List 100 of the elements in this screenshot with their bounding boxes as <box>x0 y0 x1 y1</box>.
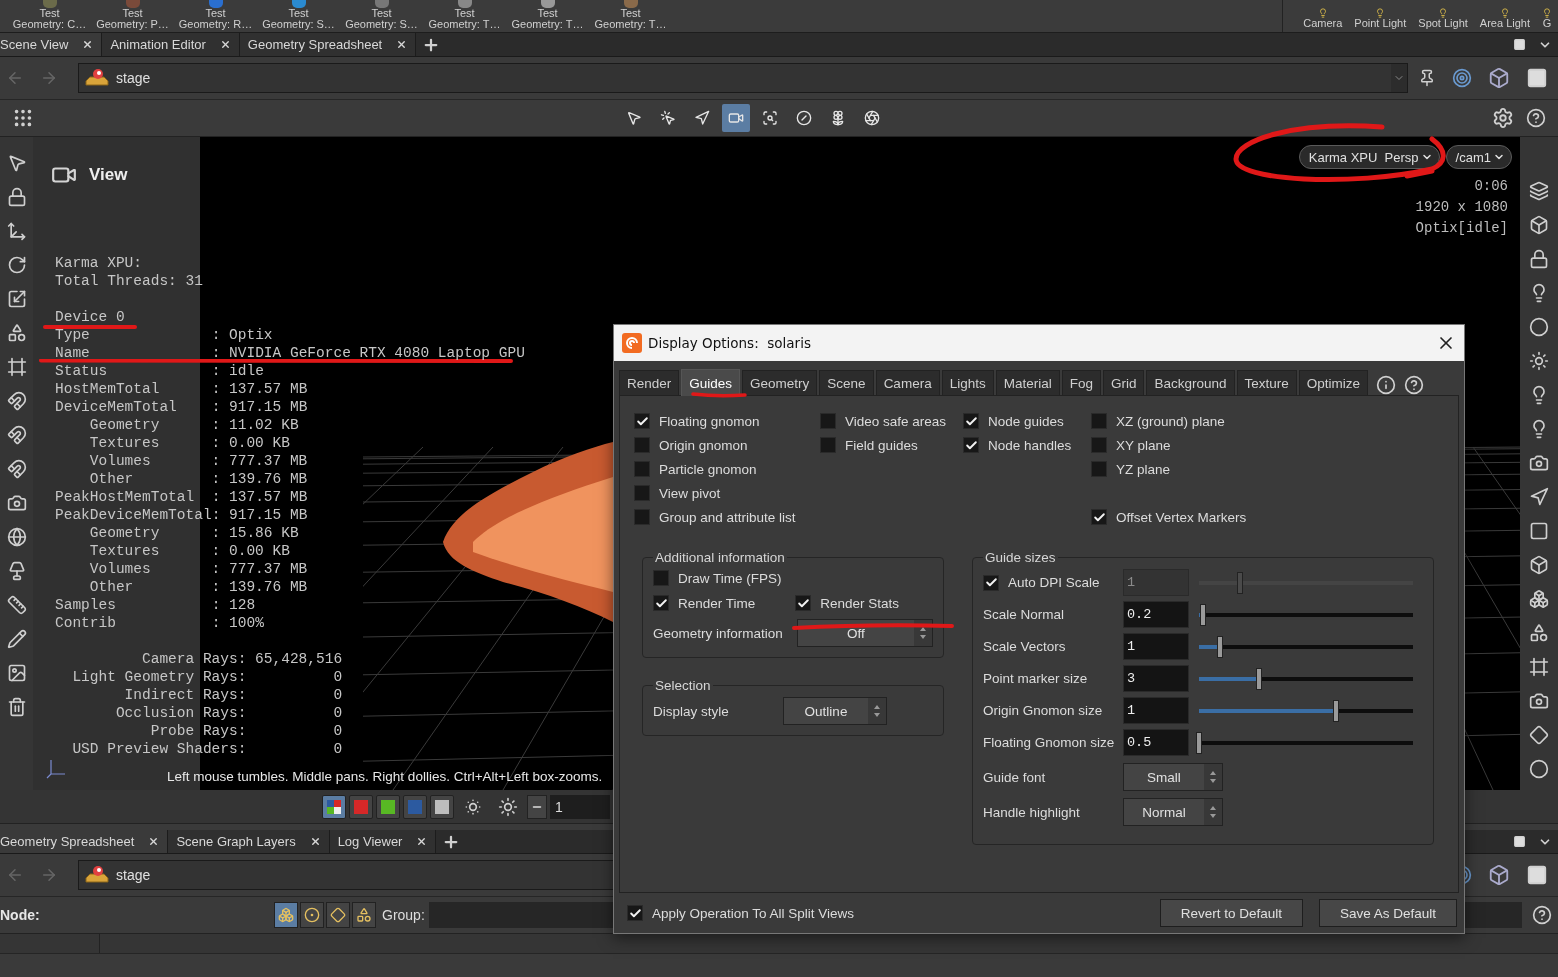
channel-button[interactable] <box>376 794 400 819</box>
dialog-tab[interactable]: Texture <box>1236 370 1297 395</box>
shelf-tool-button[interactable]: Camera <box>1297 0 1349 32</box>
checkbox[interactable] <box>634 413 650 429</box>
number-field[interactable]: 1 <box>1123 633 1189 660</box>
number-field[interactable]: 3 <box>1123 665 1189 692</box>
shelf-tool-button[interactable]: Test Geometry: P… <box>91 0 174 32</box>
channel-button[interactable] <box>430 794 454 819</box>
channel-button[interactable] <box>322 794 346 819</box>
checkbox[interactable] <box>1091 437 1107 453</box>
checkbox[interactable] <box>1091 413 1107 429</box>
dialog-tab[interactable]: Optimize <box>1298 370 1369 395</box>
dialog-button[interactable]: Save As Default <box>1318 899 1457 927</box>
render-status-text: Optix[idle] <box>1415 219 1508 238</box>
shapes-icon[interactable] <box>352 902 376 928</box>
checkbox[interactable] <box>653 595 669 611</box>
dialog-tab[interactable]: Scene <box>819 370 874 395</box>
shelf-tool-button[interactable]: Test Geometry: T… <box>506 0 589 32</box>
shelf-tool-button[interactable]: Test Geometry: C… <box>8 0 91 32</box>
checkbox[interactable] <box>634 509 650 525</box>
shelf-tool-button[interactable]: Test Geometry: T… <box>423 0 506 32</box>
close-icon <box>82 39 94 50</box>
dropdown[interactable]: Outline <box>783 697 887 725</box>
checkbox[interactable] <box>1091 461 1107 477</box>
step-field[interactable]: 1 <box>550 794 610 819</box>
checkbox[interactable] <box>627 905 643 921</box>
sun-icon[interactable] <box>1527 349 1551 373</box>
dialog-tab[interactable]: Camera <box>875 370 940 395</box>
renderer-menu[interactable]: Karma XPU Persp <box>1298 145 1440 169</box>
slider-thumb[interactable] <box>1217 635 1224 658</box>
dialog-tab[interactable]: Geometry <box>742 370 818 395</box>
checkbox[interactable] <box>634 437 650 453</box>
pane-tab[interactable]: Geometry Spreadsheet <box>0 830 169 853</box>
number-field[interactable]: 0.2 <box>1123 601 1189 628</box>
checkbox-label: Floating gnomon <box>634 412 820 430</box>
pane-tab[interactable]: Log Viewer <box>329 830 437 853</box>
shelf-tool-button[interactable]: Test Geometry: R… <box>174 0 257 32</box>
dialog-tab[interactable]: Material <box>995 370 1060 395</box>
checkbox[interactable] <box>1091 509 1107 525</box>
checkbox-label: XY plane <box>1091 436 1444 454</box>
decrement-button[interactable] <box>527 794 547 819</box>
boxes-icon[interactable] <box>274 902 298 928</box>
pane-tab[interactable]: Animation Editor <box>102 33 240 56</box>
checkbox[interactable] <box>634 485 650 501</box>
number-field[interactable]: 0.5 <box>1123 729 1189 756</box>
shelf-tool-button[interactable]: Spot Light <box>1412 0 1474 32</box>
diamond-icon[interactable] <box>1527 723 1551 747</box>
layers-icon[interactable] <box>1527 179 1551 203</box>
slider-thumb[interactable] <box>1200 603 1207 626</box>
checkbox-label: Render Time <box>653 594 756 612</box>
dialog-tab[interactable]: Render <box>619 370 680 395</box>
checkbox[interactable] <box>653 570 669 586</box>
dialog-tab[interactable]: Fog <box>1061 370 1101 395</box>
dialog-tab[interactable]: Grid <box>1102 370 1145 395</box>
shelf-tool-button[interactable]: Point Light <box>1348 0 1413 32</box>
checkbox[interactable] <box>820 437 836 453</box>
checkbox[interactable] <box>795 595 812 611</box>
shelf-tool-icon <box>291 0 306 8</box>
dropdown[interactable]: Normal <box>1123 798 1223 826</box>
shelf-tool-button[interactable]: Test Geometry: T… <box>589 0 672 32</box>
stat-label: Geometry <box>89 417 160 433</box>
stat-value: : 15.86 KB <box>211 524 299 542</box>
shelf-tool-button[interactable]: Test Geometry: S… <box>257 0 340 32</box>
circle-icon[interactable] <box>1527 757 1551 781</box>
shelf-tool-button[interactable]: G <box>1536 0 1558 32</box>
boxes-icon[interactable] <box>1527 587 1551 611</box>
dialog-tab[interactable]: Guides <box>681 369 741 396</box>
close-icon <box>219 39 231 50</box>
checkbox[interactable] <box>634 461 650 477</box>
shelf-tool-button[interactable]: Area Light <box>1473 0 1536 32</box>
camera-menu[interactable]: /cam1 <box>1445 145 1512 169</box>
checkbox[interactable] <box>963 413 979 429</box>
stat-label: Status <box>55 363 108 379</box>
pane-tab[interactable]: Scene View <box>0 33 103 56</box>
frame-icon[interactable] <box>1527 655 1551 679</box>
shelf-tool-button[interactable]: Test Geometry: S… <box>340 0 423 32</box>
dialog-tab[interactable]: Lights <box>941 370 994 395</box>
slider-thumb[interactable] <box>1196 731 1202 754</box>
field-label: Scale Normal <box>983 607 1066 622</box>
slider-thumb[interactable] <box>1332 699 1339 722</box>
number-field[interactable]: 1 <box>1123 697 1189 724</box>
stat-value: : 139.76 MB <box>211 470 308 488</box>
stat-label: Volumes <box>89 561 151 577</box>
render-info-text: Karma XPU: <box>55 254 142 272</box>
circle-icon[interactable] <box>1527 315 1551 339</box>
slider-thumb[interactable] <box>1255 667 1262 690</box>
pane-tab[interactable]: Scene Graph Layers <box>168 830 330 853</box>
dialog-tab[interactable]: Background <box>1146 370 1235 395</box>
path-field[interactable]: stage <box>78 63 1408 93</box>
pane-tab[interactable]: Geometry Spreadsheet <box>239 33 417 56</box>
help-icon[interactable] <box>1404 375 1425 395</box>
dialog-button[interactable]: Revert to Default <box>1159 899 1303 927</box>
stat-label: Volumes <box>89 453 151 469</box>
checkbox[interactable] <box>963 437 979 453</box>
dropdown[interactable]: Small <box>1123 763 1223 791</box>
checkbox[interactable] <box>820 413 836 429</box>
stat-label: Samples <box>55 597 116 613</box>
viewport-hint: Left mouse tumbles. Middle pans. Right dollies. Ctrl+Alt+Left box-zooms. <box>167 769 603 784</box>
video-camera-icon[interactable] <box>722 104 750 132</box>
checkbox-label: YZ plane <box>1091 460 1444 478</box>
